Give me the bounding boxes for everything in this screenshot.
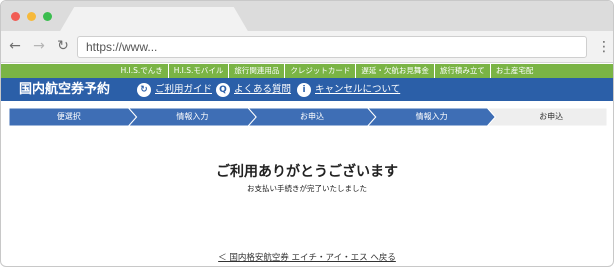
progress-steps: 便選択 情報入力 お申込 情報入力 お申込 bbox=[9, 108, 607, 126]
forward-arrow-icon[interactable]: → bbox=[31, 38, 47, 54]
info-icon: i bbox=[297, 82, 311, 97]
back-to-home-link[interactable]: ＜ 国内格安航空券 エイチ・アイ・エス へ戻る bbox=[1, 251, 613, 263]
more-menu-icon[interactable]: ⋮ bbox=[597, 39, 611, 55]
reload-icon[interactable]: ↻ bbox=[55, 38, 71, 54]
progress-step-label: お申込 bbox=[539, 112, 564, 121]
address-bar[interactable]: https://www... bbox=[77, 36, 587, 58]
top-nav: H.I.S.でんき H.I.S.モバイル 旅行関連用品 クレジットカード 遅延・欠航お見… bbox=[1, 64, 613, 78]
cancel-link-label: キャンセルについて bbox=[315, 84, 401, 95]
top-nav-item[interactable]: 旅行関連用品 bbox=[228, 64, 284, 78]
top-nav-item[interactable]: H.I.S.でんき bbox=[116, 64, 168, 78]
guide-link[interactable]: ↻ ご利用ガイド bbox=[137, 81, 212, 98]
completion-title: ご利用ありがとうございます bbox=[216, 164, 398, 180]
progress-step-label: お申込 bbox=[299, 112, 324, 121]
progress-step-label: 便選択 bbox=[56, 112, 81, 121]
completion-subtitle: お支払い手続きが完了いたしました bbox=[247, 184, 367, 193]
top-nav-item[interactable]: 遅延・欠航お見舞金 bbox=[355, 64, 434, 78]
faq-icon: Q bbox=[216, 82, 230, 97]
faq-link-label: よくある質問 bbox=[234, 84, 292, 95]
guide-icon: ↻ bbox=[137, 82, 151, 97]
faq-link[interactable]: Q よくある質問 bbox=[216, 81, 291, 98]
close-window-button[interactable] bbox=[11, 12, 20, 21]
browser-tab[interactable] bbox=[59, 7, 249, 33]
site-brand[interactable]: 国内航空券予約 bbox=[19, 80, 110, 99]
minimize-window-button[interactable] bbox=[27, 12, 36, 21]
top-nav-item[interactable]: H.I.S.モバイル bbox=[167, 64, 229, 78]
guide-link-label: ご利用ガイド bbox=[155, 84, 213, 95]
top-nav-item[interactable]: クレジットカード bbox=[284, 64, 355, 78]
progress-step-label: 情報入力 bbox=[176, 112, 209, 121]
cancel-link[interactable]: i キャンセルについて bbox=[297, 81, 400, 98]
back-arrow-icon[interactable]: ← bbox=[7, 38, 23, 54]
tab-bar bbox=[1, 1, 613, 33]
browser-window: ← → ↻ https://www... ⋮ H.I.S.でんき H.I.S.モバ… bbox=[0, 0, 614, 267]
top-nav-item[interactable]: お土産宅配 bbox=[489, 64, 539, 78]
top-nav-item[interactable]: 旅行積み立て bbox=[433, 64, 490, 78]
browser-toolbar: ← → ↻ https://www... ⋮ bbox=[1, 31, 613, 63]
maximize-window-button[interactable] bbox=[43, 12, 52, 21]
site-header: 国内航空券予約 ↻ ご利用ガイド Q よくある質問 i キャンセルについて bbox=[1, 78, 613, 101]
progress-step-label: 情報入力 bbox=[415, 112, 448, 121]
